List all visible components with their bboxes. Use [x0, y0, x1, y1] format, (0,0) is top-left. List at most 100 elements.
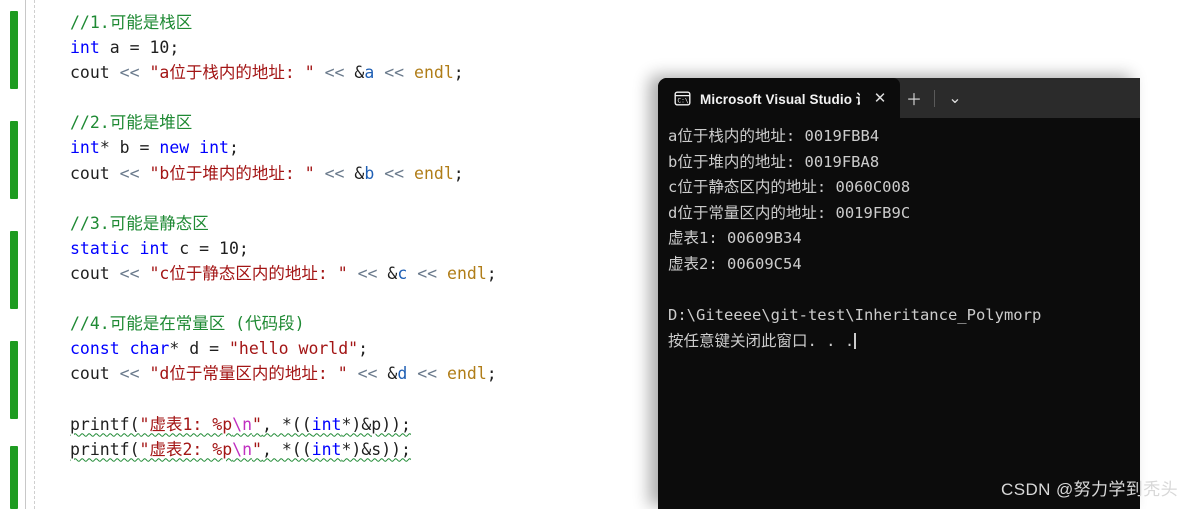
svg-text:C:\: C:\ — [677, 97, 688, 104]
code-line[interactable]: printf("虚表2: %p\n", *((int*)&s)); — [70, 437, 497, 462]
terminal-output[interactable]: a位于栈内的地址: 0019FBB4 b位于堆内的地址: 0019FBA8 c位于静… — [658, 118, 1140, 354]
code-token: , *(( — [261, 439, 312, 459]
code-line[interactable]: const char* d = "hello world"; — [70, 336, 497, 361]
code-token: static — [70, 238, 130, 258]
code-token: "d位于常量区内的地址: " — [149, 364, 348, 384]
code-token: cout — [70, 163, 120, 183]
code-line[interactable]: //3.可能是静态区 — [70, 211, 497, 236]
code-token: ; — [486, 364, 497, 384]
command-prompt-icon: C:\ — [674, 90, 691, 107]
terminal-line: 按任意键关闭此窗口. . . — [668, 331, 856, 350]
code-token: int — [311, 414, 342, 434]
code-token: b — [364, 163, 375, 183]
chevron-down-icon[interactable]: ⌄ — [941, 83, 969, 113]
terminal-line: c位于静态区内的地址: 0060C008 — [668, 178, 911, 197]
code-token: "hello world" — [228, 339, 359, 359]
code-line[interactable]: cout << "c位于静态区内的地址: " << &c << endl; — [70, 261, 497, 286]
code-token: << — [324, 163, 345, 183]
code-token: "a位于栈内的地址: " — [149, 63, 315, 83]
code-token: & — [344, 163, 365, 183]
code-token: << — [384, 63, 405, 83]
code-token: "虚表2: %p — [139, 439, 233, 459]
code-token: c = — [169, 238, 220, 258]
tabbar-separator — [934, 90, 935, 107]
change-bar — [10, 341, 18, 419]
code-token: << — [384, 163, 405, 183]
code-line[interactable]: cout << "b位于堆内的地址: " << &b << endl; — [70, 161, 497, 186]
code-token: * d = — [169, 339, 229, 359]
close-icon[interactable]: ✕ — [869, 87, 891, 109]
code-token: ; — [486, 263, 497, 283]
code-line[interactable]: //1.可能是栈区 — [70, 10, 497, 35]
squiggle-underline: printf("虚表2: %p\n", *((int*)&s)); — [70, 440, 411, 459]
code-token: int — [139, 238, 170, 258]
code-token: endl — [447, 364, 487, 384]
code-line[interactable] — [70, 186, 497, 211]
code-token: ; — [453, 163, 464, 183]
code-token: cout — [70, 63, 120, 83]
terminal-caret — [854, 332, 856, 349]
code-token: a — [364, 63, 375, 83]
code-token: , *(( — [261, 414, 312, 434]
code-token: a = — [99, 38, 150, 58]
code-line[interactable]: int* b = new int; — [70, 135, 497, 160]
code-token: int — [70, 38, 100, 58]
change-bar — [10, 11, 18, 89]
code-token: \n — [232, 439, 253, 459]
code-token: //4.可能是在常量区 (代码段) — [70, 314, 305, 334]
terminal-line: a位于栈内的地址: 0019FBB4 — [668, 127, 880, 145]
code-line[interactable]: //4.可能是在常量区 (代码段) — [70, 311, 497, 336]
code-token: << — [417, 263, 438, 283]
code-line[interactable]: static int c = 10; — [70, 236, 497, 261]
code-token: cout — [70, 364, 120, 384]
code-token: << — [417, 364, 438, 384]
terminal-tab-title: Microsoft Visual Studio 调试控 — [700, 92, 860, 107]
code-token: "b位于堆内的地址: " — [149, 163, 315, 183]
code-token: ; — [228, 138, 239, 158]
code-token: << — [119, 163, 140, 183]
code-line[interactable] — [70, 286, 497, 311]
code-line[interactable]: int a = 10; — [70, 35, 497, 60]
code-token: ; — [453, 63, 464, 83]
terminal-line: D:\Giteeee\git-test\Inheritance_Polymorp — [668, 306, 1042, 325]
squiggle-underline: printf("虚表1: %p\n", *((int*)&p)); — [70, 415, 411, 434]
code-token: //3.可能是静态区 — [70, 213, 209, 233]
new-tab-button[interactable]: ＋ — [900, 83, 928, 113]
code-line[interactable]: //2.可能是堆区 — [70, 110, 497, 135]
code-text[interactable]: //1.可能是栈区 int a = 10; cout << "a位于栈内的地址: "… — [70, 10, 497, 462]
code-line[interactable] — [70, 386, 497, 411]
code-token: printf( — [70, 414, 140, 434]
code-line[interactable]: cout << "d位于常量区内的地址: " << &d << endl; — [70, 361, 497, 386]
terminal-window[interactable]: C:\ Microsoft Visual Studio 调试控 ✕ ＋ ⌄ a位… — [658, 78, 1140, 509]
indent-guide-line — [34, 0, 35, 509]
change-bar — [10, 446, 18, 509]
code-line[interactable]: printf("虚表1: %p\n", *((int*)&p)); — [70, 412, 497, 437]
code-line[interactable] — [70, 85, 497, 110]
terminal-line: d位于常量区内的地址: 0019FB9C — [668, 203, 911, 222]
code-token: new — [159, 138, 190, 158]
code-token: * b = — [99, 138, 160, 158]
csdn-watermark: CSDN @努力学到秃头 — [1001, 480, 1178, 499]
terminal-tab[interactable]: C:\ Microsoft Visual Studio 调试控 ✕ — [658, 78, 900, 118]
code-line[interactable]: cout << "a位于栈内的地址: " << &a << endl; — [70, 60, 497, 85]
code-token: d — [397, 364, 408, 384]
code-token: & — [344, 63, 365, 83]
code-token: printf( — [70, 439, 140, 459]
code-token: ; — [169, 38, 180, 58]
terminal-titlebar[interactable]: C:\ Microsoft Visual Studio 调试控 ✕ ＋ ⌄ — [658, 78, 1140, 118]
code-token: "虚表1: %p — [139, 414, 233, 434]
code-token: << — [357, 364, 378, 384]
code-token: << — [324, 63, 345, 83]
